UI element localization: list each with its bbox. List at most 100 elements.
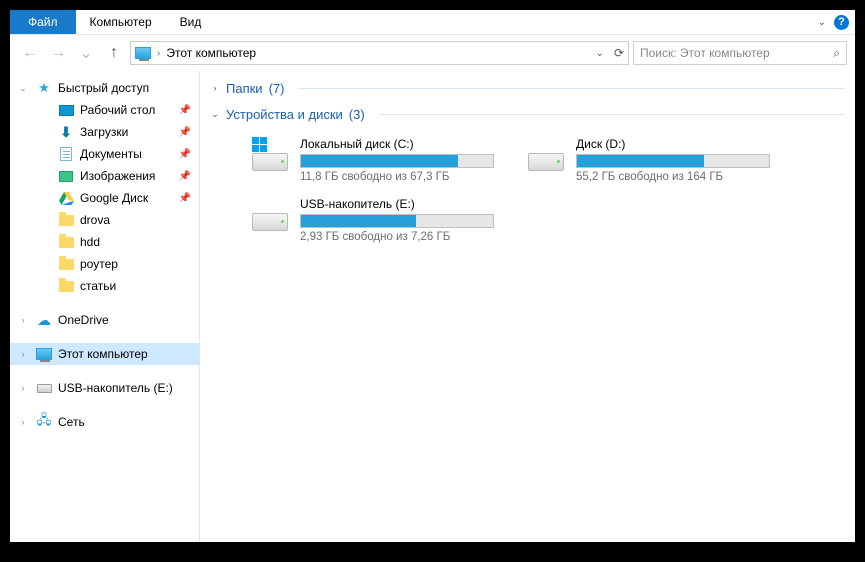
sidebar-item-label: Google Диск (80, 191, 148, 205)
sidebar-item-label: Сеть (58, 415, 85, 429)
navigation-bar: ← → ⌄ ↑ › Этот компьютер ⌄ ⟳ Поиск: Этот… (10, 35, 855, 71)
drive-usage-bar (576, 154, 770, 168)
sidebar-network[interactable]: › 🖧 Сеть (10, 411, 199, 433)
breadcrumb-separator-icon: › (157, 48, 160, 59)
pictures-icon (58, 168, 74, 184)
collapse-icon[interactable]: › (210, 83, 220, 93)
group-header-folders[interactable]: › Папки (7) (210, 75, 845, 101)
menu-file[interactable]: Файл (10, 10, 76, 34)
drive-item[interactable]: USB-накопитель (E:) 2,93 ГБ свободно из 7… (246, 193, 498, 247)
sidebar-item-downloads[interactable]: ⬇ Загрузки 📌 (10, 121, 199, 143)
folder-icon (58, 278, 74, 294)
sidebar-item-label: Быстрый доступ (58, 81, 149, 95)
sidebar-item-label: Этот компьютер (58, 347, 148, 361)
sidebar-item-drova[interactable]: drova (10, 209, 199, 231)
pin-icon: 📌 (179, 105, 191, 116)
sidebar-item-label: USB-накопитель (E:) (58, 381, 173, 395)
usb-drive-icon (36, 380, 52, 396)
menu-computer[interactable]: Компьютер (76, 10, 166, 34)
expand-icon[interactable]: › (18, 315, 28, 325)
sidebar-item-pictures[interactable]: Изображения 📌 (10, 165, 199, 187)
sidebar-this-pc[interactable]: › Этот компьютер (10, 343, 199, 365)
expand-icon[interactable]: › (18, 383, 28, 393)
menu-view[interactable]: Вид (166, 10, 216, 34)
sidebar-item-google-drive[interactable]: Google Диск 📌 (10, 187, 199, 209)
address-bar[interactable]: › Этот компьютер ⌄ ⟳ (130, 41, 629, 65)
expand-icon[interactable]: ⌄ (210, 109, 220, 120)
ribbon-expand-icon[interactable]: ⌄ (818, 17, 826, 28)
search-placeholder: Поиск: Этот компьютер (640, 46, 770, 60)
drives-list: Локальный диск (C:)11,8 ГБ свободно из 6… (210, 127, 845, 253)
drive-icon (250, 197, 290, 231)
search-icon: ⌕ (833, 46, 840, 61)
content-pane: › Папки (7) ⌄ Устройства и диски (3) Лок… (200, 71, 855, 542)
navigation-pane: ⌄ ★ Быстрый доступ Рабочий стол 📌 ⬇ Загр… (10, 71, 200, 542)
this-pc-icon (135, 45, 151, 61)
google-drive-icon (58, 190, 74, 206)
sidebar-item-documents[interactable]: Документы 📌 (10, 143, 199, 165)
help-icon[interactable]: ? (834, 15, 849, 30)
folder-icon (58, 234, 74, 250)
refresh-icon[interactable]: ⟳ (614, 46, 624, 60)
sidebar-item-label: OneDrive (58, 313, 109, 327)
drive-name: Локальный диск (C:) (300, 137, 494, 151)
pin-icon: 📌 (179, 193, 191, 204)
expand-icon[interactable]: ⌄ (18, 83, 28, 94)
windows-badge-icon (252, 137, 268, 153)
drive-usage-fill (301, 215, 416, 227)
group-label: Устройства и диски (226, 107, 343, 122)
sidebar-item-hdd[interactable]: hdd (10, 231, 199, 253)
pin-icon: 📌 (179, 171, 191, 182)
drive-info: Локальный диск (C:)11,8 ГБ свободно из 6… (300, 137, 494, 183)
sidebar-item-router[interactable]: роутер (10, 253, 199, 275)
drive-free-text: 2,93 ГБ свободно из 7,26 ГБ (300, 231, 494, 243)
group-label: Папки (226, 81, 263, 96)
up-button[interactable]: ↑ (102, 41, 126, 65)
drive-name: Диск (D:) (576, 137, 770, 151)
sidebar-onedrive[interactable]: › ☁ OneDrive (10, 309, 199, 331)
drive-item[interactable]: Локальный диск (C:)11,8 ГБ свободно из 6… (246, 133, 498, 187)
sidebar-item-label: Изображения (80, 169, 155, 183)
network-icon: 🖧 (36, 414, 52, 430)
expand-icon[interactable]: › (18, 417, 28, 427)
sidebar-item-label: Рабочий стол (80, 103, 155, 117)
drive-info: USB-накопитель (E:) 2,93 ГБ свободно из 7… (300, 197, 494, 243)
sidebar-item-label: hdd (80, 235, 100, 249)
explorer-window: Файл Компьютер Вид ⌄ ? ← → ⌄ ↑ › Этот ко… (10, 10, 855, 542)
sidebar-item-label: Документы (80, 147, 142, 161)
search-input[interactable]: Поиск: Этот компьютер ⌕ (633, 41, 847, 65)
group-header-devices[interactable]: ⌄ Устройства и диски (3) (210, 101, 845, 127)
quick-access-icon: ★ (36, 80, 52, 96)
sidebar-quick-access[interactable]: ⌄ ★ Быстрый доступ (10, 77, 199, 99)
folder-icon (58, 256, 74, 272)
downloads-icon: ⬇ (58, 124, 74, 140)
expand-icon[interactable]: › (18, 349, 28, 359)
sidebar-item-articles[interactable]: статьи (10, 275, 199, 297)
sidebar-item-label: роутер (80, 257, 118, 271)
back-button[interactable]: ← (18, 41, 42, 65)
pin-icon: 📌 (179, 127, 191, 138)
forward-button[interactable]: → (46, 41, 70, 65)
group-divider (379, 114, 845, 115)
drive-item[interactable]: Диск (D:) 55,2 ГБ свободно из 164 ГБ (522, 133, 774, 187)
recent-locations-button[interactable]: ⌄ (74, 41, 98, 65)
group-divider (298, 88, 845, 89)
drive-free-text: 55,2 ГБ свободно из 164 ГБ (576, 171, 770, 183)
drive-info: Диск (D:) 55,2 ГБ свободно из 164 ГБ (576, 137, 770, 183)
sidebar-item-label: drova (80, 213, 110, 227)
group-count: (7) (269, 81, 285, 96)
drive-usage-bar (300, 214, 494, 228)
folder-icon (58, 212, 74, 228)
group-count: (3) (349, 107, 365, 122)
onedrive-icon: ☁ (36, 312, 52, 328)
sidebar-item-desktop[interactable]: Рабочий стол 📌 (10, 99, 199, 121)
drive-icon (250, 137, 290, 171)
sidebar-usb-drive[interactable]: › USB-накопитель (E:) (10, 377, 199, 399)
explorer-body: ⌄ ★ Быстрый доступ Рабочий стол 📌 ⬇ Загр… (10, 71, 855, 542)
menu-bar: Файл Компьютер Вид ⌄ ? (10, 10, 855, 35)
drive-usage-bar (300, 154, 494, 168)
documents-icon (58, 146, 74, 162)
drive-name: USB-накопитель (E:) (300, 197, 494, 211)
drive-usage-fill (577, 155, 704, 167)
address-dropdown-icon[interactable]: ⌄ (596, 48, 604, 59)
